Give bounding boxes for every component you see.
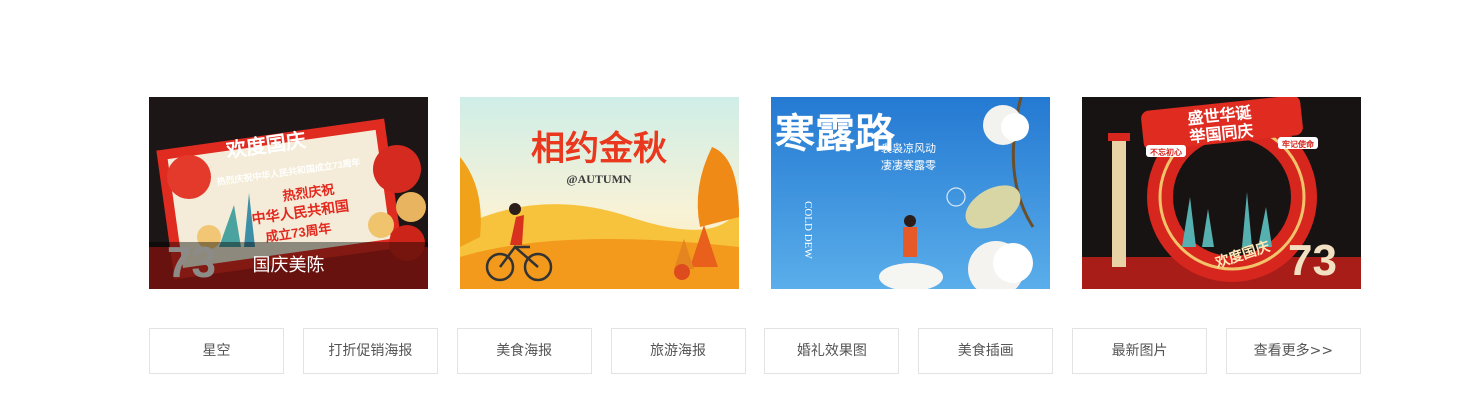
view-more-link[interactable]: 查看更多>>	[1225, 328, 1361, 374]
card-caption: 国庆美陈	[149, 242, 428, 289]
gallery-card-national-day-arch[interactable]: 盛世华诞 举国同庆 不忘初心 牢记使命 欢度国庆 73	[1082, 97, 1361, 289]
card-4-tag-1: 不忘初心	[1150, 147, 1182, 157]
tag-travel-poster[interactable]: 旅游海报	[610, 328, 746, 374]
tag-wedding-render[interactable]: 婚礼效果图	[764, 328, 900, 374]
image-gallery: 欢度国庆 热烈庆祝中华人民共和国成立73周年 热烈庆祝 中华人民共和国 成立73…	[149, 97, 1361, 289]
card-3-poem-1: 袅袅凉风动	[881, 141, 936, 155]
autumn-poster-image: 相约金秋 @AUTUMN	[460, 97, 739, 289]
tag-latest-images[interactable]: 最新图片	[1072, 328, 1208, 374]
card-4-tag-2: 牢记使命	[1282, 139, 1315, 149]
national-day-arch-image: 盛世华诞 举国同庆 不忘初心 牢记使命 欢度国庆 73	[1082, 97, 1361, 289]
tag-food-poster[interactable]: 美食海报	[456, 328, 592, 374]
tag-links: 星空 打折促销海报 美食海报 旅游海报 婚礼效果图 美食插画 最新图片 查看更多…	[149, 328, 1361, 374]
gallery-card-cold-dew-poster[interactable]: 寒露路 COLD DEW 袅袅凉风动 凄凄寒露零	[771, 97, 1050, 289]
card-2-subline: @AUTUMN	[566, 172, 631, 186]
card-4-number: 73	[1288, 236, 1337, 285]
card-3-poem-2: 凄凄寒露零	[881, 158, 936, 172]
tag-discount-promo-poster[interactable]: 打折促销海报	[302, 328, 438, 374]
card-3-headline: 寒露路	[775, 111, 896, 156]
cold-dew-poster-image: 寒露路 COLD DEW 袅袅凉风动 凄凄寒露零	[771, 97, 1050, 289]
tag-starry-sky[interactable]: 星空	[149, 328, 284, 374]
gallery-card-autumn-poster[interactable]: 相约金秋 @AUTUMN	[460, 97, 739, 289]
card-3-english: COLD DEW	[802, 201, 814, 259]
tag-food-illustration[interactable]: 美食插画	[918, 328, 1054, 374]
gallery-card-national-day-decor[interactable]: 欢度国庆 热烈庆祝中华人民共和国成立73周年 热烈庆祝 中华人民共和国 成立73…	[149, 97, 428, 289]
card-2-headline: 相约金秋	[531, 129, 667, 168]
